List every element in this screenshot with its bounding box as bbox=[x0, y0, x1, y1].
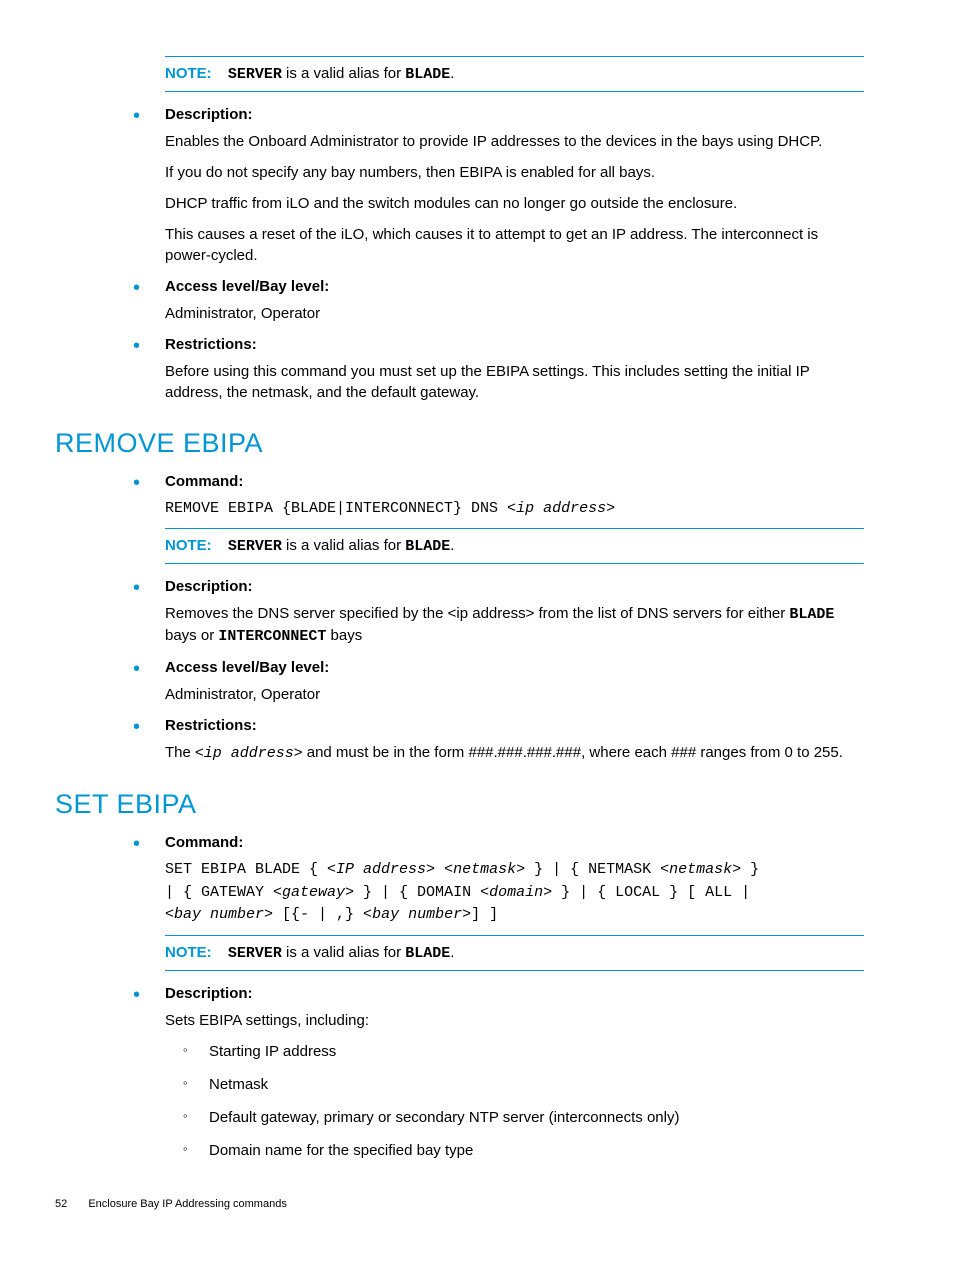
access-text: Administrator, Operator bbox=[165, 684, 864, 705]
restrict-label: Restrictions: bbox=[165, 717, 257, 734]
cmd-block: REMOVE EBIPA {BLADE|INTERCONNECT} DNS <i… bbox=[165, 498, 864, 521]
note-period: . bbox=[450, 944, 454, 961]
page-number: 52 bbox=[55, 1197, 67, 1212]
note-server: SERVER bbox=[228, 945, 282, 962]
desc-body: Removes the DNS server specified by the … bbox=[165, 603, 864, 647]
cmd-block: SET EBIPA BLADE { <IP address> <netmask>… bbox=[165, 859, 864, 927]
note-text: is a valid alias for bbox=[282, 65, 405, 82]
cmd-ip: ip address bbox=[516, 500, 606, 517]
note-text: is a valid alias for bbox=[282, 537, 405, 554]
sub-item: Netmask bbox=[183, 1074, 864, 1095]
restrict-body: Before using this command you must set u… bbox=[165, 361, 864, 403]
cmd-text: REMOVE EBIPA {BLADE|INTERCONNECT} DNS < bbox=[165, 500, 516, 517]
desc-label: Description: bbox=[165, 985, 253, 1002]
note-blade: BLADE bbox=[405, 945, 450, 962]
restrict-body: The <ip address> and must be in the form… bbox=[165, 742, 864, 764]
desc-label: Description: bbox=[165, 578, 253, 595]
desc-body: Enables the Onboard Administrator to pro… bbox=[165, 131, 864, 266]
access-body: Administrator, Operator bbox=[165, 684, 864, 705]
note-server: SERVER bbox=[228, 538, 282, 555]
note-period: . bbox=[450, 65, 454, 82]
cmd-label: Command: bbox=[165, 834, 243, 851]
note-label: NOTE: bbox=[165, 65, 212, 82]
note-blade: BLADE bbox=[405, 66, 450, 83]
restrict-text: Before using this command you must set u… bbox=[165, 361, 864, 403]
note-label: NOTE: bbox=[165, 944, 212, 961]
section1-list: Description: Enables the Onboard Adminis… bbox=[125, 104, 864, 403]
note-period: . bbox=[450, 537, 454, 554]
note-text: is a valid alias for bbox=[282, 944, 405, 961]
desc-p1: Enables the Onboard Administrator to pro… bbox=[165, 131, 864, 152]
set-ebipa-list: Command: SET EBIPA BLADE { <IP address> … bbox=[125, 832, 864, 1161]
note-server: SERVER bbox=[228, 66, 282, 83]
access-text: Administrator, Operator bbox=[165, 303, 864, 324]
restrict-text: The <ip address> and must be in the form… bbox=[165, 742, 864, 764]
desc-label: Description: bbox=[165, 106, 253, 123]
cmd-end: > bbox=[606, 500, 615, 517]
access-body: Administrator, Operator bbox=[165, 303, 864, 324]
page-footer: 52 Enclosure Bay IP Addressing commands bbox=[55, 1197, 864, 1212]
note-blade: BLADE bbox=[405, 538, 450, 555]
desc-p4: This causes a reset of the iLO, which ca… bbox=[165, 224, 864, 266]
sub-list: Starting IP address Netmask Default gate… bbox=[165, 1041, 864, 1161]
cmd-label: Command: bbox=[165, 473, 243, 490]
sub-item: Default gateway, primary or secondary NT… bbox=[183, 1107, 864, 1128]
footer-title: Enclosure Bay IP Addressing commands bbox=[88, 1198, 287, 1210]
sub-item: Starting IP address bbox=[183, 1041, 864, 1062]
desc-body: Sets EBIPA settings, including: Starting… bbox=[165, 1010, 864, 1161]
note-box-set: NOTE: SERVER is a valid alias for BLADE. bbox=[165, 935, 864, 971]
desc-text: Sets EBIPA settings, including: bbox=[165, 1010, 864, 1031]
access-label: Access level/Bay level: bbox=[165, 659, 329, 676]
access-label: Access level/Bay level: bbox=[165, 278, 329, 295]
note-label: NOTE: bbox=[165, 537, 212, 554]
desc-p2: If you do not specify any bay numbers, t… bbox=[165, 162, 864, 183]
restrict-label: Restrictions: bbox=[165, 336, 257, 353]
remove-ebipa-heading: REMOVE EBIPA bbox=[55, 425, 864, 463]
remove-ebipa-list: Command: REMOVE EBIPA {BLADE|INTERCONNEC… bbox=[125, 471, 864, 765]
desc-text: Removes the DNS server specified by the … bbox=[165, 603, 864, 647]
note-box-top: NOTE: SERVER is a valid alias for BLADE. bbox=[165, 56, 864, 92]
note-box-remove: NOTE: SERVER is a valid alias for BLADE. bbox=[165, 528, 864, 564]
desc-p3: DHCP traffic from iLO and the switch mod… bbox=[165, 193, 864, 214]
sub-item: Domain name for the specified bay type bbox=[183, 1140, 864, 1161]
set-ebipa-heading: SET EBIPA bbox=[55, 786, 864, 824]
